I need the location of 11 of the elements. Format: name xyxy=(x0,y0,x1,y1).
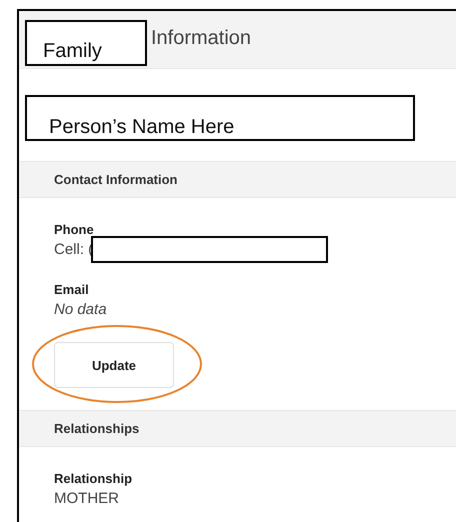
section-title: Contact Information xyxy=(54,172,178,187)
title-label: Family xyxy=(25,20,147,66)
section-title: Relationships xyxy=(54,421,140,436)
field-value: MOTHER xyxy=(54,490,119,506)
field-label: Relationship xyxy=(54,471,134,487)
page-title: Information xyxy=(151,27,252,50)
update-button[interactable]: Update xyxy=(54,342,174,388)
person-name: Person’s Name Here xyxy=(25,95,415,141)
field-label: Phone xyxy=(54,222,95,238)
field-value: No data xyxy=(54,300,107,318)
field-label: Email xyxy=(54,282,90,298)
